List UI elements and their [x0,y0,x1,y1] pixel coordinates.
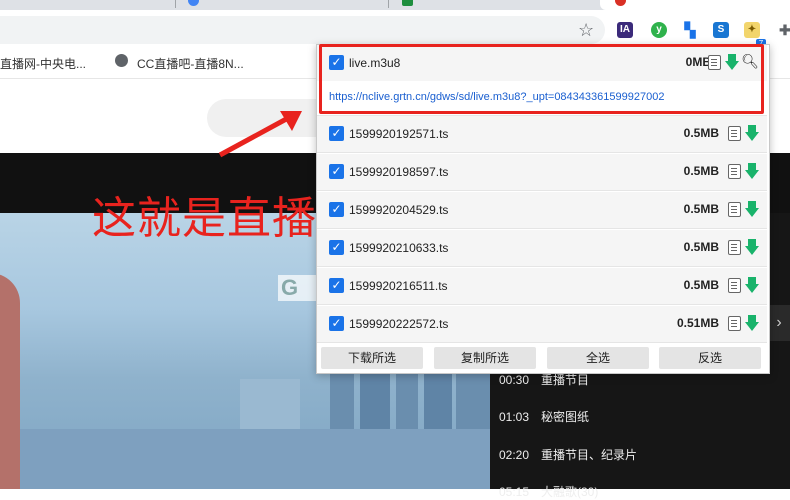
file-name: 1599920210633.ts [349,241,449,255]
file-size: 0.5MB [683,164,719,178]
presenter-figure [0,273,20,489]
row-checkbox[interactable]: ✓ [329,126,344,141]
tab-favicon-icon [615,0,626,6]
tab-separator [388,0,389,8]
tab-strip [0,0,790,10]
puzzle-grid-extension-icon[interactable]: ▚ [682,22,698,38]
y-extension-icon[interactable]: y [651,22,667,38]
file-size: 0.5MB [683,126,719,140]
schedule-item[interactable]: 02:20 重播节目、纪录片 [499,446,637,463]
active-tab[interactable] [600,0,790,10]
extensions-puzzle-icon[interactable]: ✚ [777,22,790,38]
channel-logo: G [278,275,321,301]
download-selected-button[interactable]: 下载所选 [321,347,423,369]
file-size: 0.5MB [683,278,719,292]
tab-favicon-icon[interactable] [402,0,413,6]
file-name: 1599920222572.ts [349,317,449,331]
row-checkbox[interactable]: ✓ [329,202,344,217]
tab-favicon-icon[interactable] [188,0,199,6]
bookmark-item[interactable]: CC直播吧-直播8N... [137,55,244,72]
copy-icon[interactable] [728,278,741,293]
address-bar[interactable] [0,16,605,44]
row-checkbox[interactable]: ✓ [329,164,344,179]
schedule-item[interactable]: 05:15 大融歌(30) [499,483,598,500]
ts-row[interactable]: ✓ 1599920204529.ts 0.5MB [317,192,767,229]
download-icon[interactable] [745,125,759,141]
bookmark-item[interactable]: 直播网-中央电... [0,55,86,72]
ia-extension-icon[interactable]: IA [617,22,633,38]
copy-icon[interactable] [728,164,741,179]
select-all-button[interactable]: 全选 [547,347,649,369]
file-size: 0.5MB [683,202,719,216]
next-arrow-button[interactable]: › [768,305,790,341]
file-name: 1599920192571.ts [349,127,449,141]
file-size: 0.51MB [676,316,719,330]
row-checkbox[interactable]: ✓ [329,240,344,255]
ts-row[interactable]: ✓ 1599920216511.ts 0.5MB [317,268,767,305]
row-checkbox[interactable]: ✓ [329,278,344,293]
row-checkbox[interactable]: ✓ [329,316,344,331]
ts-row[interactable]: ✓ 1599920222572.ts 0.51MB [317,306,767,343]
ts-row[interactable]: ✓ 1599920210633.ts 0.5MB [317,230,767,267]
annotation-arrow-icon [218,111,302,158]
copy-icon[interactable] [728,316,741,331]
file-name: 1599920216511.ts [349,279,448,293]
popup-button-bar: 下载所选 复制所选 全选 反选 [317,343,767,373]
file-size: 0.5MB [683,240,719,254]
bookmark-star-icon[interactable]: ☆ [578,20,594,41]
stream-sniffer-extension-icon[interactable]: ✦ [744,22,760,38]
download-icon[interactable] [745,201,759,217]
invert-selection-button[interactable]: 反选 [659,347,761,369]
copy-icon[interactable] [728,202,741,217]
copy-icon[interactable] [728,240,741,255]
ts-row[interactable]: ✓ 1599920198597.ts 0.5MB [317,154,767,191]
browser-toolbar: ☆ IA y ▚ S ✦ 7 ✚ [0,10,790,49]
s-extension-icon[interactable]: S [713,22,729,38]
tab-separator [175,0,176,8]
globe-icon [115,54,128,67]
download-icon[interactable] [745,277,759,293]
download-icon[interactable] [745,239,759,255]
download-icon[interactable] [745,315,759,331]
copy-selected-button[interactable]: 复制所选 [434,347,536,369]
ts-row[interactable]: ✓ 1599920192571.ts 0.5MB [317,116,767,153]
ground-shape [0,429,490,489]
file-name: 1599920204529.ts [349,203,449,217]
download-icon[interactable] [745,163,759,179]
schedule-item[interactable]: 01:03 秘密图纸 [499,408,589,425]
annotation-highlight-box [319,44,764,114]
file-name: 1599920198597.ts [349,165,449,179]
copy-icon[interactable] [728,126,741,141]
